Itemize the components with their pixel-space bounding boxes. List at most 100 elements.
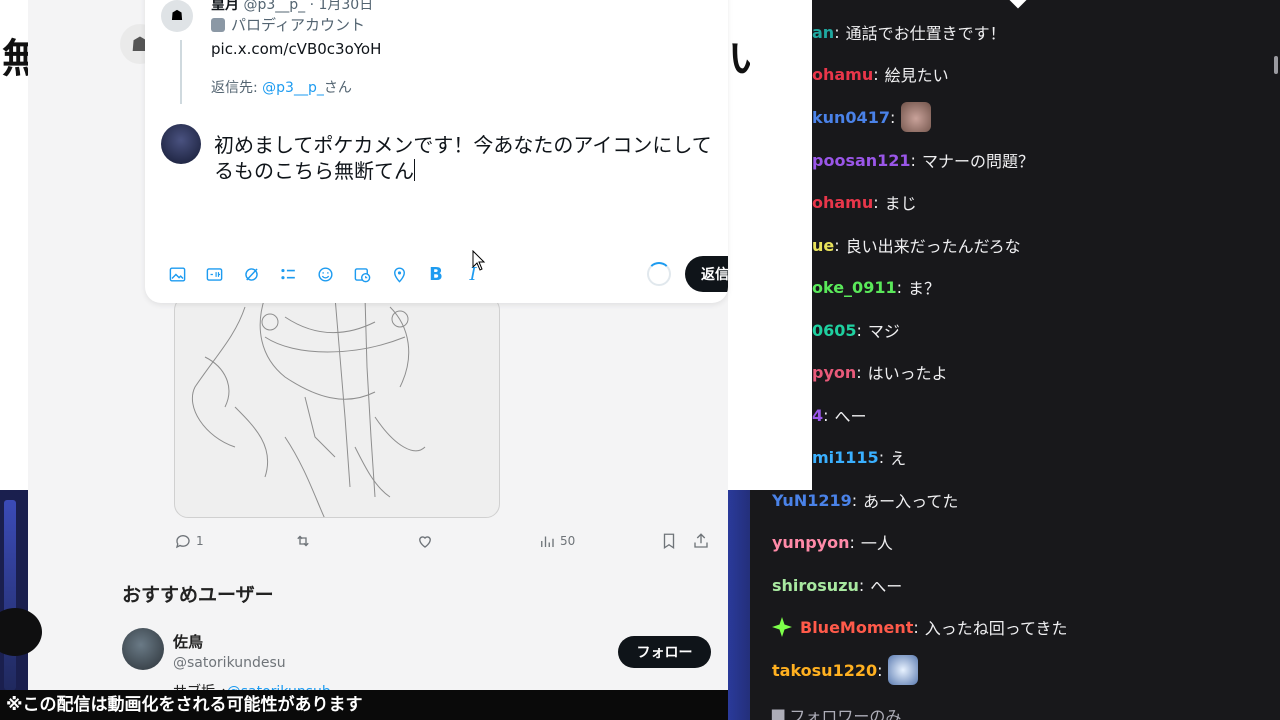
post-action-bar: 1 50 (174, 532, 714, 556)
stream-notice: ※この配信は動画化をされる可能性があります (0, 690, 728, 720)
chat-message: mi1115: え (812, 443, 906, 471)
avatar[interactable]: ☗ (161, 0, 193, 32)
chat-username[interactable]: pyon (812, 363, 856, 382)
chat-username[interactable]: mi1115 (812, 448, 879, 467)
chat-username[interactable]: BlueMoment (800, 618, 913, 637)
pointer-marker (1009, 0, 1027, 9)
chat-message: 0605: マジ (812, 316, 900, 344)
sketch-illustration (191, 297, 426, 517)
chat-message: poosan121: マナーの問題？ (812, 146, 1034, 174)
chat-separator: : (823, 405, 829, 425)
reply-to-handle[interactable]: @p3__p_ (262, 80, 324, 96)
chat-username[interactable]: an (812, 23, 834, 42)
user-handle: @satorikundesu (173, 655, 286, 671)
chat-scrollbar[interactable] (1274, 56, 1278, 74)
chat-message: ue: 良い出来だったんだろな (812, 231, 1021, 259)
face-emote[interactable] (888, 655, 919, 685)
chat-separator: : (913, 617, 919, 637)
chat-text: へー (834, 407, 867, 426)
reply-button[interactable]: 返信 (685, 256, 728, 292)
chat-message: ohamu: まじ (812, 188, 917, 216)
chat-username[interactable]: ohamu (812, 193, 873, 212)
chat-username[interactable]: yunpyon (772, 533, 849, 552)
fish-emote[interactable] (901, 102, 932, 132)
chat-message: BlueMoment: 入ったね回ってきた (772, 613, 1068, 641)
reply-to-prefix: 返信先: (211, 80, 263, 96)
share-action[interactable] (692, 532, 710, 550)
chat-text: ま？ (907, 279, 940, 298)
chat-username[interactable]: ue (812, 236, 834, 255)
emoji-button[interactable] (313, 262, 337, 286)
poll-icon (280, 268, 295, 279)
views-action[interactable]: 50 (538, 532, 575, 550)
chat-username[interactable]: shirosuzu (772, 576, 859, 595)
chat-separator: : (858, 575, 865, 595)
chat-message: an: 通話でお仕置きです！ (812, 18, 1006, 46)
chat-separator: : (877, 660, 883, 680)
avatar[interactable] (161, 124, 201, 164)
chat-username[interactable]: kun0417 (812, 108, 890, 127)
chat-separator: : (896, 277, 902, 297)
bold-button[interactable]: B (424, 262, 448, 286)
original-author-handle: @p3__p_ · 1月30日 (243, 0, 374, 13)
chat-message: takosu1220: (772, 655, 919, 685)
chat-separator: : (878, 447, 885, 467)
original-post-link[interactable]: pic.x.com/cVB0c3oYoH (211, 40, 381, 58)
chat-message: ohamu: 絵見たい (812, 60, 949, 88)
chat-text: 良い出来だったんだろな (845, 237, 1021, 256)
chat-username[interactable]: oke_0911 (812, 278, 897, 297)
reply-composer: ☗ 皇月 @p3__p_ · 1月30日 パロディアカウント pic.x.com… (145, 0, 728, 303)
location-icon (393, 267, 405, 283)
background-stripe (4, 500, 16, 690)
chat-username[interactable]: poosan121 (812, 151, 911, 170)
schedule-button[interactable] (350, 262, 374, 286)
chat-username[interactable]: 0605 (812, 321, 857, 340)
chat-separator: : (851, 490, 858, 510)
chat-username[interactable]: ohamu (812, 65, 873, 84)
reply-action[interactable]: 1 (174, 532, 204, 550)
gif-icon (206, 267, 222, 281)
star-badge-icon (772, 617, 792, 637)
reply-text-input[interactable]: 初めましてポケカメンです！今あなたのアイコンにしてるものこちら無断てん (214, 132, 728, 184)
bold-icon: B (429, 263, 443, 285)
chat-message: yunpyon: 一人 (772, 528, 893, 556)
bookmark-action[interactable] (660, 532, 678, 550)
like-action[interactable] (416, 532, 434, 550)
gif-button[interactable] (202, 262, 226, 286)
chat-message: kun0417: (812, 102, 932, 132)
chat-text: まじ (884, 194, 917, 213)
character-count-ring (647, 262, 671, 286)
reply-to-suffix: さん (323, 80, 352, 96)
user-name[interactable]: 佐鳥 (173, 631, 203, 652)
chat-separator: : (834, 235, 840, 255)
reply-count: 1 (196, 534, 204, 548)
post-image[interactable] (174, 296, 500, 518)
original-author-name: 皇月 (211, 0, 239, 13)
chat-text: マナーの問題？ (921, 152, 1034, 171)
avatar[interactable] (122, 628, 164, 670)
chat-username[interactable]: 4 (812, 406, 823, 425)
chat-text: 通話でお仕置きです！ (845, 24, 1006, 43)
poll-button[interactable] (276, 262, 300, 286)
grok-button[interactable] (239, 262, 263, 286)
chat-text: え (890, 449, 907, 468)
chat-separator: : (910, 150, 916, 170)
text-caret (414, 159, 415, 181)
image-button[interactable] (165, 262, 189, 286)
follow-button[interactable]: フォロー (618, 636, 711, 668)
heart-icon (419, 536, 431, 548)
chat-text: 絵見たい (884, 66, 949, 85)
chat-message: pyon: はいったよ (812, 358, 948, 386)
chat-username[interactable]: takosu1220 (772, 661, 877, 680)
chat-text: へー (870, 577, 903, 596)
chat-username[interactable]: YuN1219 (772, 491, 852, 510)
location-button[interactable] (387, 262, 411, 286)
repost-action[interactable] (294, 532, 312, 550)
chat-separator: : (856, 320, 862, 340)
bookmark-icon (663, 533, 675, 550)
repost-icon (297, 535, 309, 547)
view-count: 50 (560, 534, 576, 548)
chat-footer-text: フォロワーのみ (789, 707, 902, 720)
chat-separator: : (856, 362, 862, 382)
thread-line (180, 40, 182, 104)
